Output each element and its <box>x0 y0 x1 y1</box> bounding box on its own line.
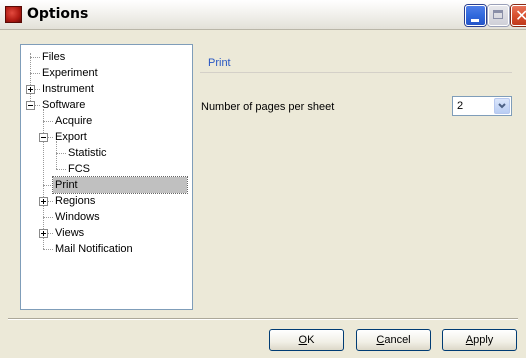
maximize-button[interactable] <box>488 5 509 26</box>
tree-item-regions[interactable]: Regions <box>21 193 191 209</box>
tree-item-mail-notification[interactable]: Mail Notification <box>21 241 191 257</box>
tree-item-label: FCS <box>68 163 90 175</box>
expand-icon[interactable] <box>39 229 48 238</box>
pages-per-sheet-value: 2 <box>457 100 464 112</box>
tree-item-views[interactable]: Views <box>21 225 191 241</box>
ok-button[interactable]: OK <box>269 329 344 351</box>
app-icon[interactable] <box>5 6 22 23</box>
window-title: Options <box>27 6 89 22</box>
section-title: Print <box>208 57 231 69</box>
tree-item-label: Statistic <box>68 147 107 159</box>
minimize-icon <box>471 19 479 22</box>
pages-per-sheet-label: Number of pages per sheet <box>201 101 335 113</box>
tree-item-label: Export <box>55 131 87 143</box>
tree-item-statistic[interactable]: Statistic <box>21 145 191 161</box>
button-separator <box>8 318 518 320</box>
tree-item-export[interactable]: Export <box>21 129 191 145</box>
collapse-icon[interactable] <box>39 133 48 142</box>
pages-per-sheet-select[interactable]: 2 <box>452 96 512 116</box>
collapse-icon[interactable] <box>26 101 35 110</box>
dropdown-button[interactable] <box>494 98 510 114</box>
tree-item-label: Mail Notification <box>55 243 133 255</box>
chevron-down-icon <box>498 103 506 109</box>
tree-item-instrument[interactable]: Instrument <box>21 81 191 97</box>
tree-item-label: Acquire <box>55 115 93 127</box>
tree-item-label: Windows <box>55 211 100 223</box>
tree-item-label: Instrument <box>42 83 94 95</box>
tree-item-fcs[interactable]: FCS <box>21 161 191 177</box>
expand-icon[interactable] <box>26 85 35 94</box>
tree-item-label: Regions <box>55 195 96 207</box>
tree-item-windows[interactable]: Windows <box>21 209 191 225</box>
tree-item-files[interactable]: Files <box>21 49 191 65</box>
section-header: Print <box>200 54 512 73</box>
tree-item-label: Views <box>55 227 85 239</box>
tree-item-print[interactable]: Print <box>21 176 191 194</box>
options-tree[interactable]: Files Experiment Instrument Software Acquire… <box>20 44 193 310</box>
ok-label: K <box>307 334 315 346</box>
tree-item-label: Software <box>42 99 86 111</box>
expand-icon[interactable] <box>39 197 48 206</box>
tree-item-label: Experiment <box>42 67 98 79</box>
close-icon: ✕ <box>515 6 526 25</box>
cancel-label: ancel <box>384 334 411 346</box>
cancel-button[interactable]: Cancel <box>356 329 431 351</box>
tree-item-label: Print <box>52 176 188 194</box>
ok-accelerator: O <box>298 334 308 346</box>
close-button[interactable]: ✕ <box>511 5 526 26</box>
tree-item-experiment[interactable]: Experiment <box>21 65 191 81</box>
tree-item-software[interactable]: Software <box>21 97 191 113</box>
apply-accelerator: A <box>465 334 474 346</box>
apply-label: pply <box>473 334 494 346</box>
minimize-button[interactable] <box>465 5 486 26</box>
maximize-icon <box>493 10 503 19</box>
tree-item-label: Files <box>42 51 66 63</box>
apply-button[interactable]: Apply <box>442 329 517 351</box>
title-bar[interactable]: Options ✕ <box>0 0 526 30</box>
tree-item-acquire[interactable]: Acquire <box>21 113 191 129</box>
